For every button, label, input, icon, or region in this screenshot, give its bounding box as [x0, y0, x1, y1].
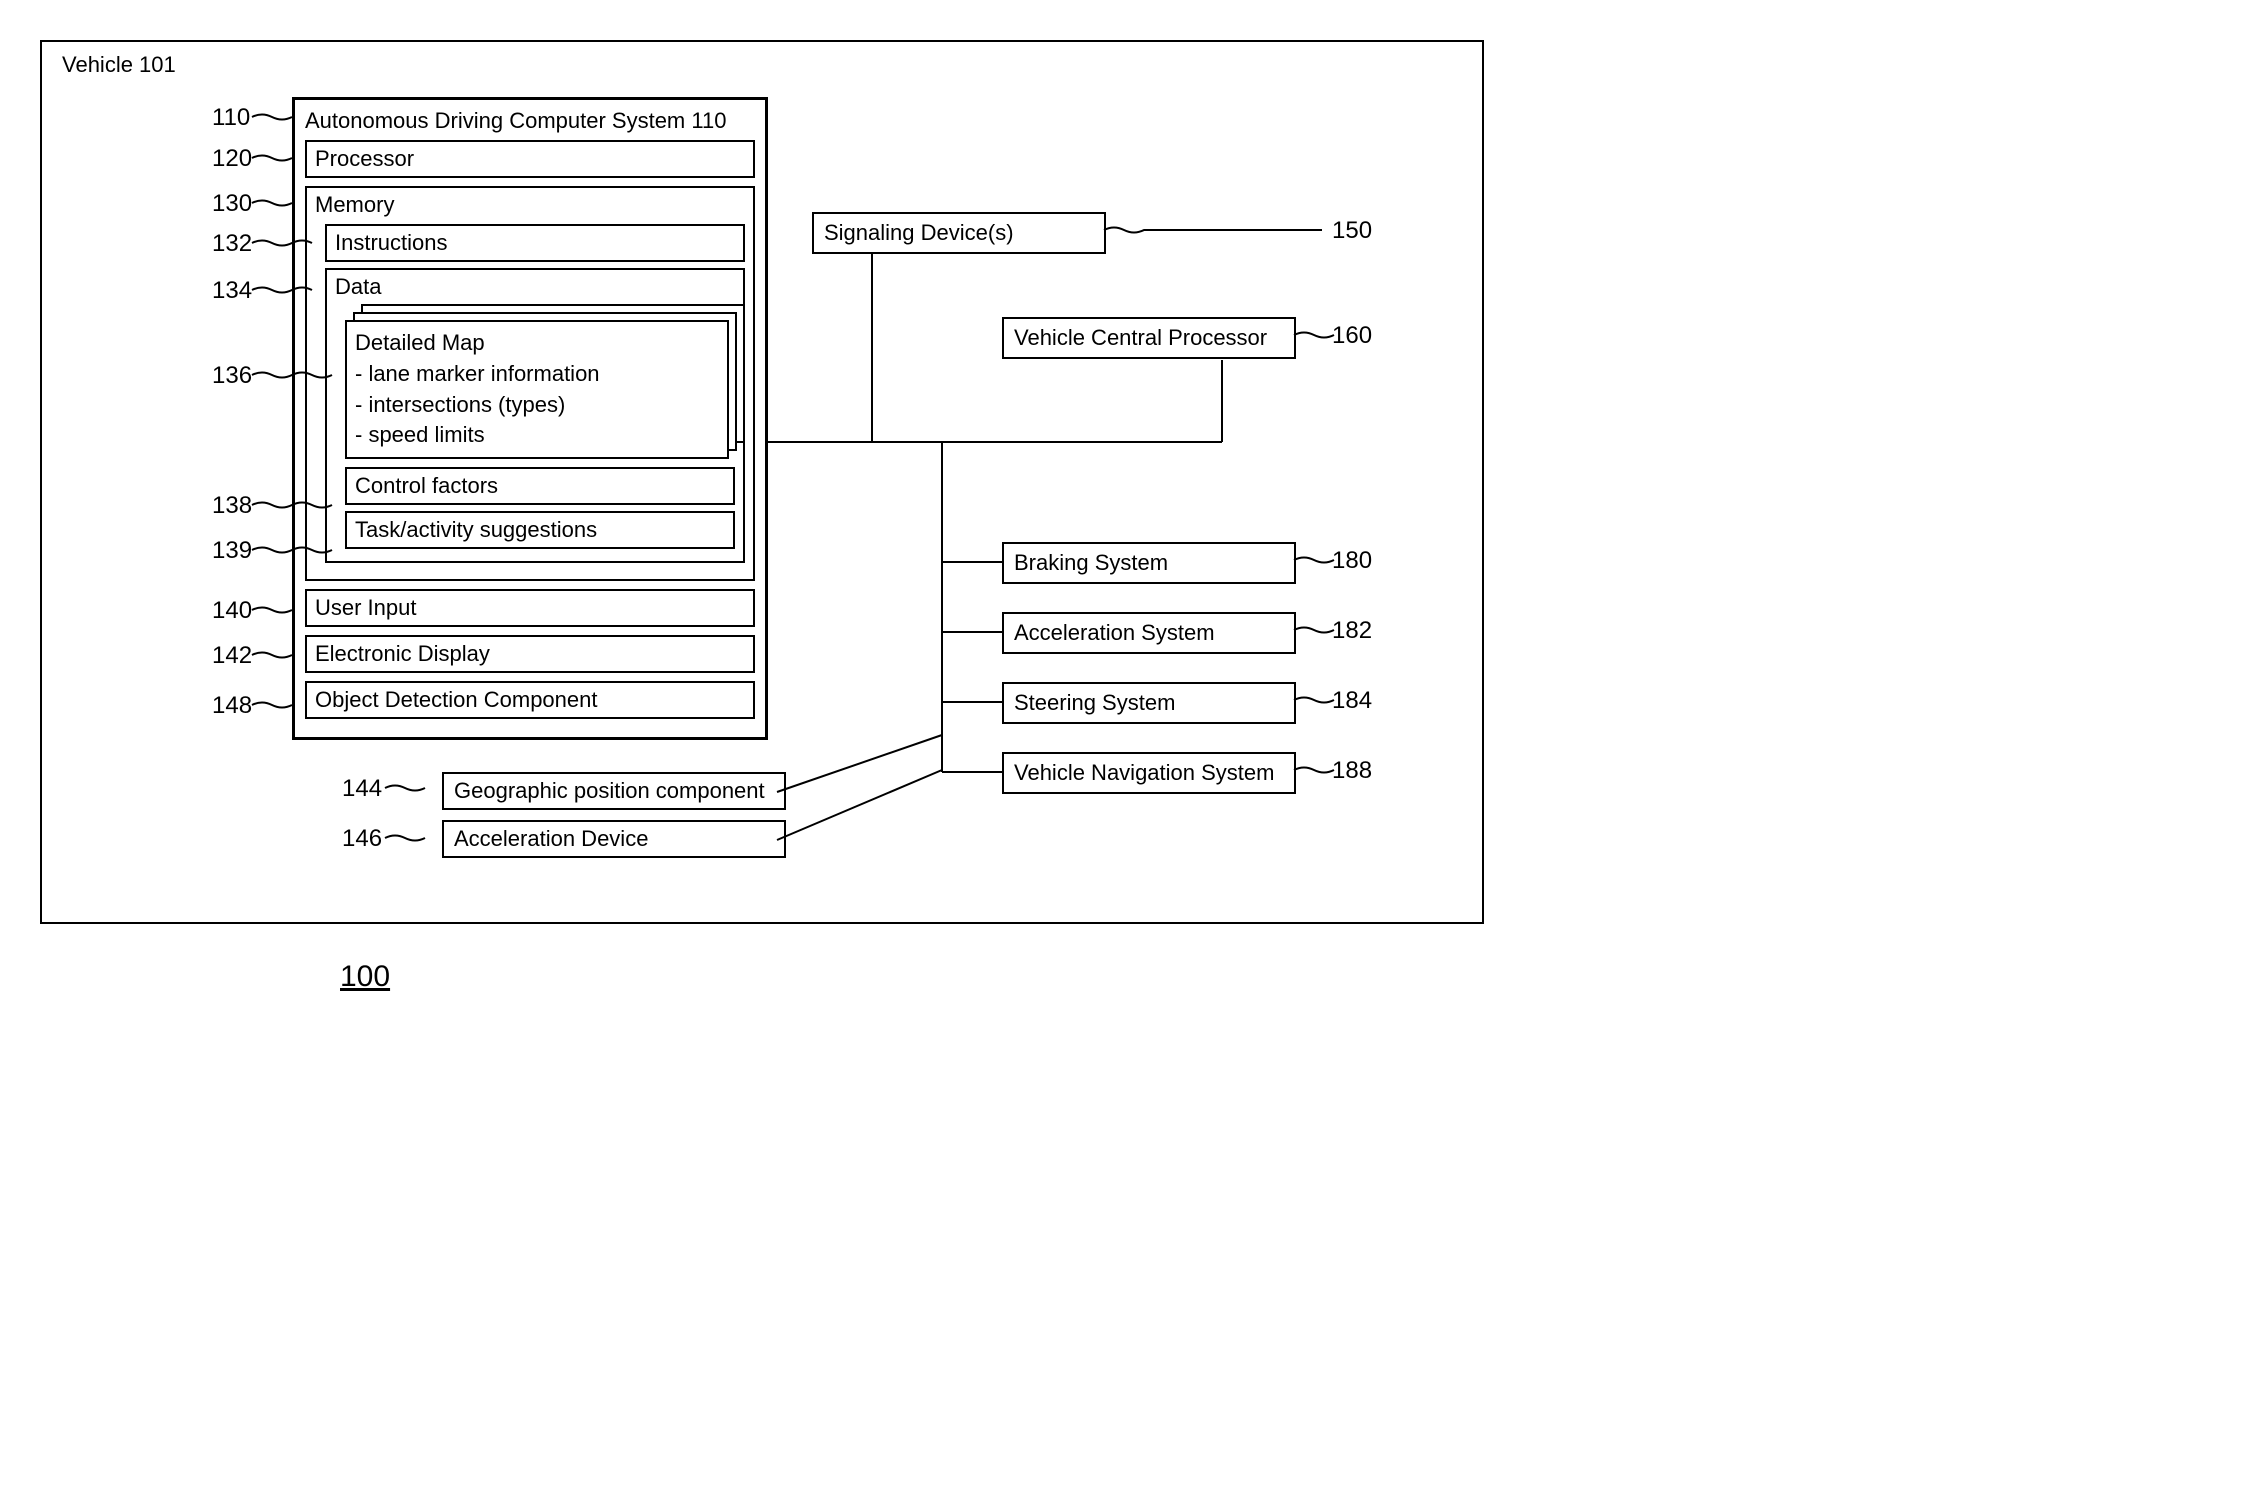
electronic-display-box: Electronic Display: [305, 635, 755, 673]
accel-device-box: Acceleration Device: [442, 820, 786, 858]
data-box: Data Detailed Map - lane marker informat…: [325, 268, 745, 563]
ref-132: 132: [212, 230, 252, 258]
task-activity-box: Task/activity suggestions: [345, 511, 735, 549]
instructions-box: Instructions: [325, 224, 745, 262]
memory-label: Memory: [315, 192, 394, 217]
map-item-lane: - lane marker information: [355, 361, 600, 386]
vehicle-label: Vehicle 101: [62, 52, 1462, 78]
navigation-box: Vehicle Navigation System: [1002, 752, 1296, 794]
central-processor-box: Vehicle Central Processor: [1002, 317, 1296, 359]
ref-140: 140: [212, 597, 252, 625]
ref-160: 160: [1332, 322, 1372, 350]
ref-138: 138: [212, 492, 252, 520]
processor-box: Processor: [305, 140, 755, 178]
ref-146: 146: [342, 825, 382, 853]
memory-box: Memory Instructions Data Detailed Map - …: [305, 186, 755, 581]
ref-139: 139: [212, 537, 252, 565]
detailed-map-box: Detailed Map - lane marker information -…: [345, 320, 729, 459]
ref-184: 184: [1332, 687, 1372, 715]
vehicle-outer-box: Vehicle 101 Autonomous Driving Computer …: [40, 40, 1484, 924]
detailed-map-stack: Detailed Map - lane marker information -…: [345, 320, 735, 459]
braking-box: Braking System: [1002, 542, 1296, 584]
geo-position-box: Geographic position component: [442, 772, 786, 810]
ref-110: 110: [212, 104, 250, 132]
map-item-intersections: - intersections (types): [355, 392, 565, 417]
steering-box: Steering System: [1002, 682, 1296, 724]
autonomous-system-box: Autonomous Driving Computer System 110 P…: [292, 97, 768, 740]
ref-180: 180: [1332, 547, 1372, 575]
ref-136: 136: [212, 362, 252, 390]
ref-142: 142: [212, 642, 252, 670]
figure-number: 100: [340, 960, 390, 994]
object-detection-box: Object Detection Component: [305, 681, 755, 719]
ref-188: 188: [1332, 757, 1372, 785]
ref-120: 120: [212, 145, 252, 173]
user-input-box: User Input: [305, 589, 755, 627]
ref-150: 150: [1332, 217, 1372, 245]
ref-130: 130: [212, 190, 252, 218]
ref-144: 144: [342, 775, 382, 803]
detailed-map-title: Detailed Map: [355, 330, 485, 355]
signaling-box: Signaling Device(s): [812, 212, 1106, 254]
data-label: Data: [335, 274, 381, 299]
ref-134: 134: [212, 277, 252, 305]
control-factors-box: Control factors: [345, 467, 735, 505]
map-item-speed: - speed limits: [355, 422, 485, 447]
ref-148: 148: [212, 692, 252, 720]
acceleration-system-box: Acceleration System: [1002, 612, 1296, 654]
ref-182: 182: [1332, 617, 1372, 645]
autonomous-system-title: Autonomous Driving Computer System 110: [305, 108, 755, 134]
